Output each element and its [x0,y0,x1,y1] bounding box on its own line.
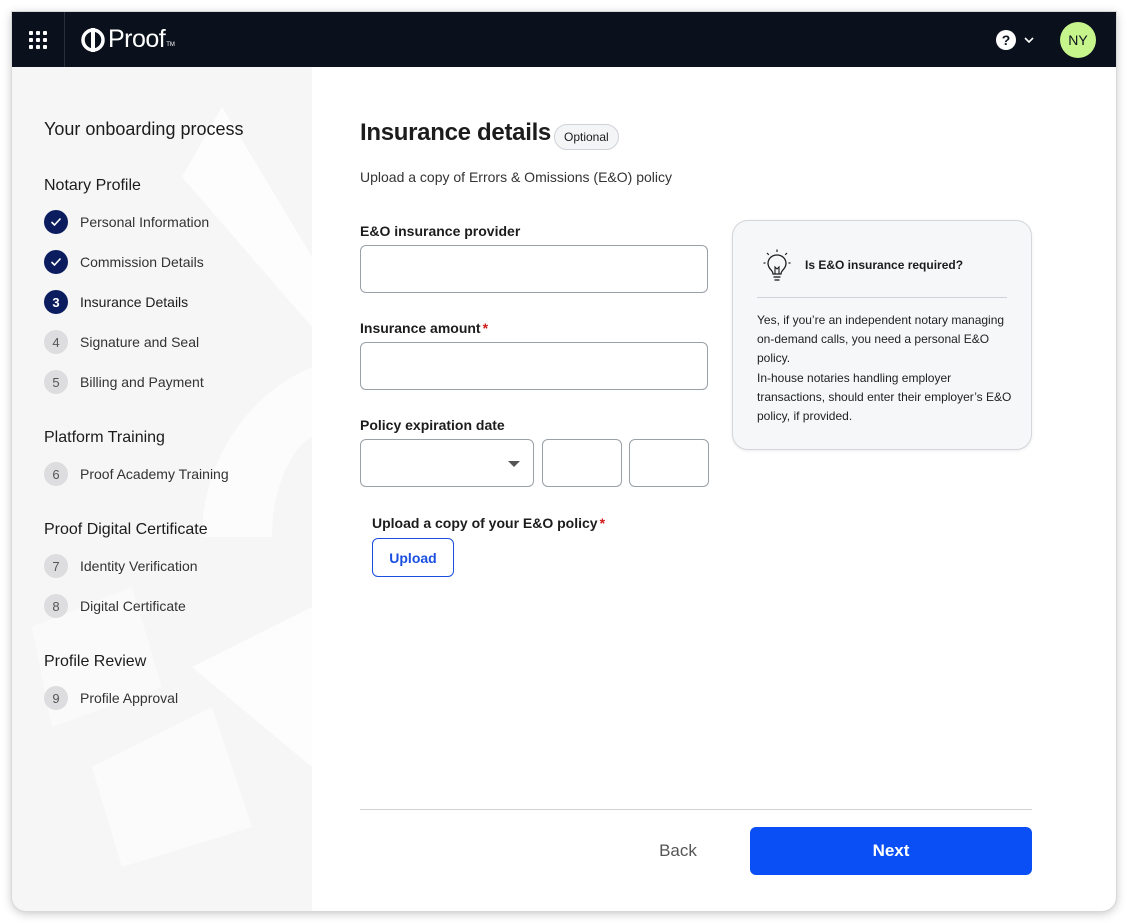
amount-label-text: Insurance amount [360,320,481,336]
section-platform-training: Platform Training [44,429,165,446]
step-signature-and-seal[interactable]: 4 Signature and Seal [44,330,199,354]
step-number-badge: 4 [44,330,68,354]
chevron-down-icon [1024,36,1034,43]
expiration-field-label: Policy expiration date [360,417,505,433]
step-identity-verification[interactable]: 7 Identity Verification [44,554,198,578]
step-insurance-details[interactable]: 3 Insurance Details [44,290,188,314]
step-number-badge: 6 [44,462,68,486]
step-label: Profile Approval [80,690,179,706]
step-number-badge: 7 [44,554,68,578]
checkmark-icon [44,250,68,274]
step-profile-approval[interactable]: 9 Profile Approval [44,686,178,710]
onboarding-sidebar: Your onboarding process Notary Profile P… [12,67,312,911]
page-subtitle: Upload a copy of Errors & Omissions (E&O… [360,169,672,185]
main-content: Insurance details Optional Upload a copy… [312,67,1116,911]
step-number-badge: 8 [44,594,68,618]
section-notary-profile: Notary Profile [44,177,141,194]
step-number-badge: 3 [44,290,68,314]
step-number-badge: 9 [44,686,68,710]
back-button[interactable]: Back [638,827,718,875]
optional-badge: Optional [554,124,619,150]
lightbulb-icon [763,249,791,281]
required-asterisk: * [482,320,489,336]
eo-info-card: Is E&O insurance required? Yes, if you’r… [732,220,1032,450]
upload-label-text: Upload a copy of your E&O policy [372,515,598,531]
proof-logo-mark-icon [81,27,105,52]
amount-field-label: Insurance amount * [360,320,488,336]
info-card-divider [757,297,1007,298]
step-label: Proof Academy Training [80,466,229,482]
caret-down-icon [508,461,520,467]
user-avatar[interactable]: NY [1060,21,1096,58]
step-personal-information[interactable]: Personal Information [44,210,209,234]
step-billing-and-payment[interactable]: 5 Billing and Payment [44,370,204,394]
upload-button[interactable]: Upload [372,538,454,577]
page-title: Insurance details [360,119,551,146]
required-asterisk: * [599,515,606,531]
info-card-body: Yes, if you’re an independent notary man… [757,313,1012,424]
app-launcher-button[interactable] [12,12,65,67]
upload-policy-label: Upload a copy of your E&O policy * [372,515,605,531]
expiration-year-input[interactable] [629,439,709,487]
help-menu-button[interactable]: ? [996,29,1034,50]
provider-input[interactable] [360,245,708,293]
step-label: Commission Details [80,254,204,270]
step-proof-academy-training[interactable]: 6 Proof Academy Training [44,462,229,486]
provider-field-label: E&O insurance provider [360,223,521,239]
logo-text: Proof [108,25,166,53]
amount-input[interactable] [360,342,708,390]
next-button[interactable]: Next [750,827,1032,875]
top-right-controls: ? NY [996,21,1096,58]
help-icon: ? [996,29,1016,50]
checkmark-icon [44,210,68,234]
section-profile-review: Profile Review [44,653,147,670]
section-proof-digital-certificate: Proof Digital Certificate [44,521,208,538]
grid-icon [29,30,47,49]
step-label: Identity Verification [80,558,198,574]
expiration-day-input[interactable] [542,439,622,487]
app-window: Proof TM ? NY Your onboarding process No… [12,12,1116,911]
step-label: Personal Information [80,214,210,230]
step-label: Digital Certificate [80,598,186,614]
proof-logo[interactable]: Proof TM [81,25,175,54]
logo-trademark: TM [166,42,175,48]
top-navigation-bar: Proof TM ? NY [12,12,1116,67]
step-number-badge: 5 [44,370,68,394]
footer-divider [360,809,1032,810]
step-commission-details[interactable]: Commission Details [44,250,204,274]
step-label: Billing and Payment [80,374,204,390]
onboarding-title: Your onboarding process [44,119,244,139]
info-card-title: Is E&O insurance required? [805,258,964,272]
step-label: Insurance Details [80,294,189,310]
step-digital-certificate[interactable]: 8 Digital Certificate [44,594,186,618]
step-label: Signature and Seal [80,334,200,350]
expiration-month-select[interactable] [360,439,534,487]
